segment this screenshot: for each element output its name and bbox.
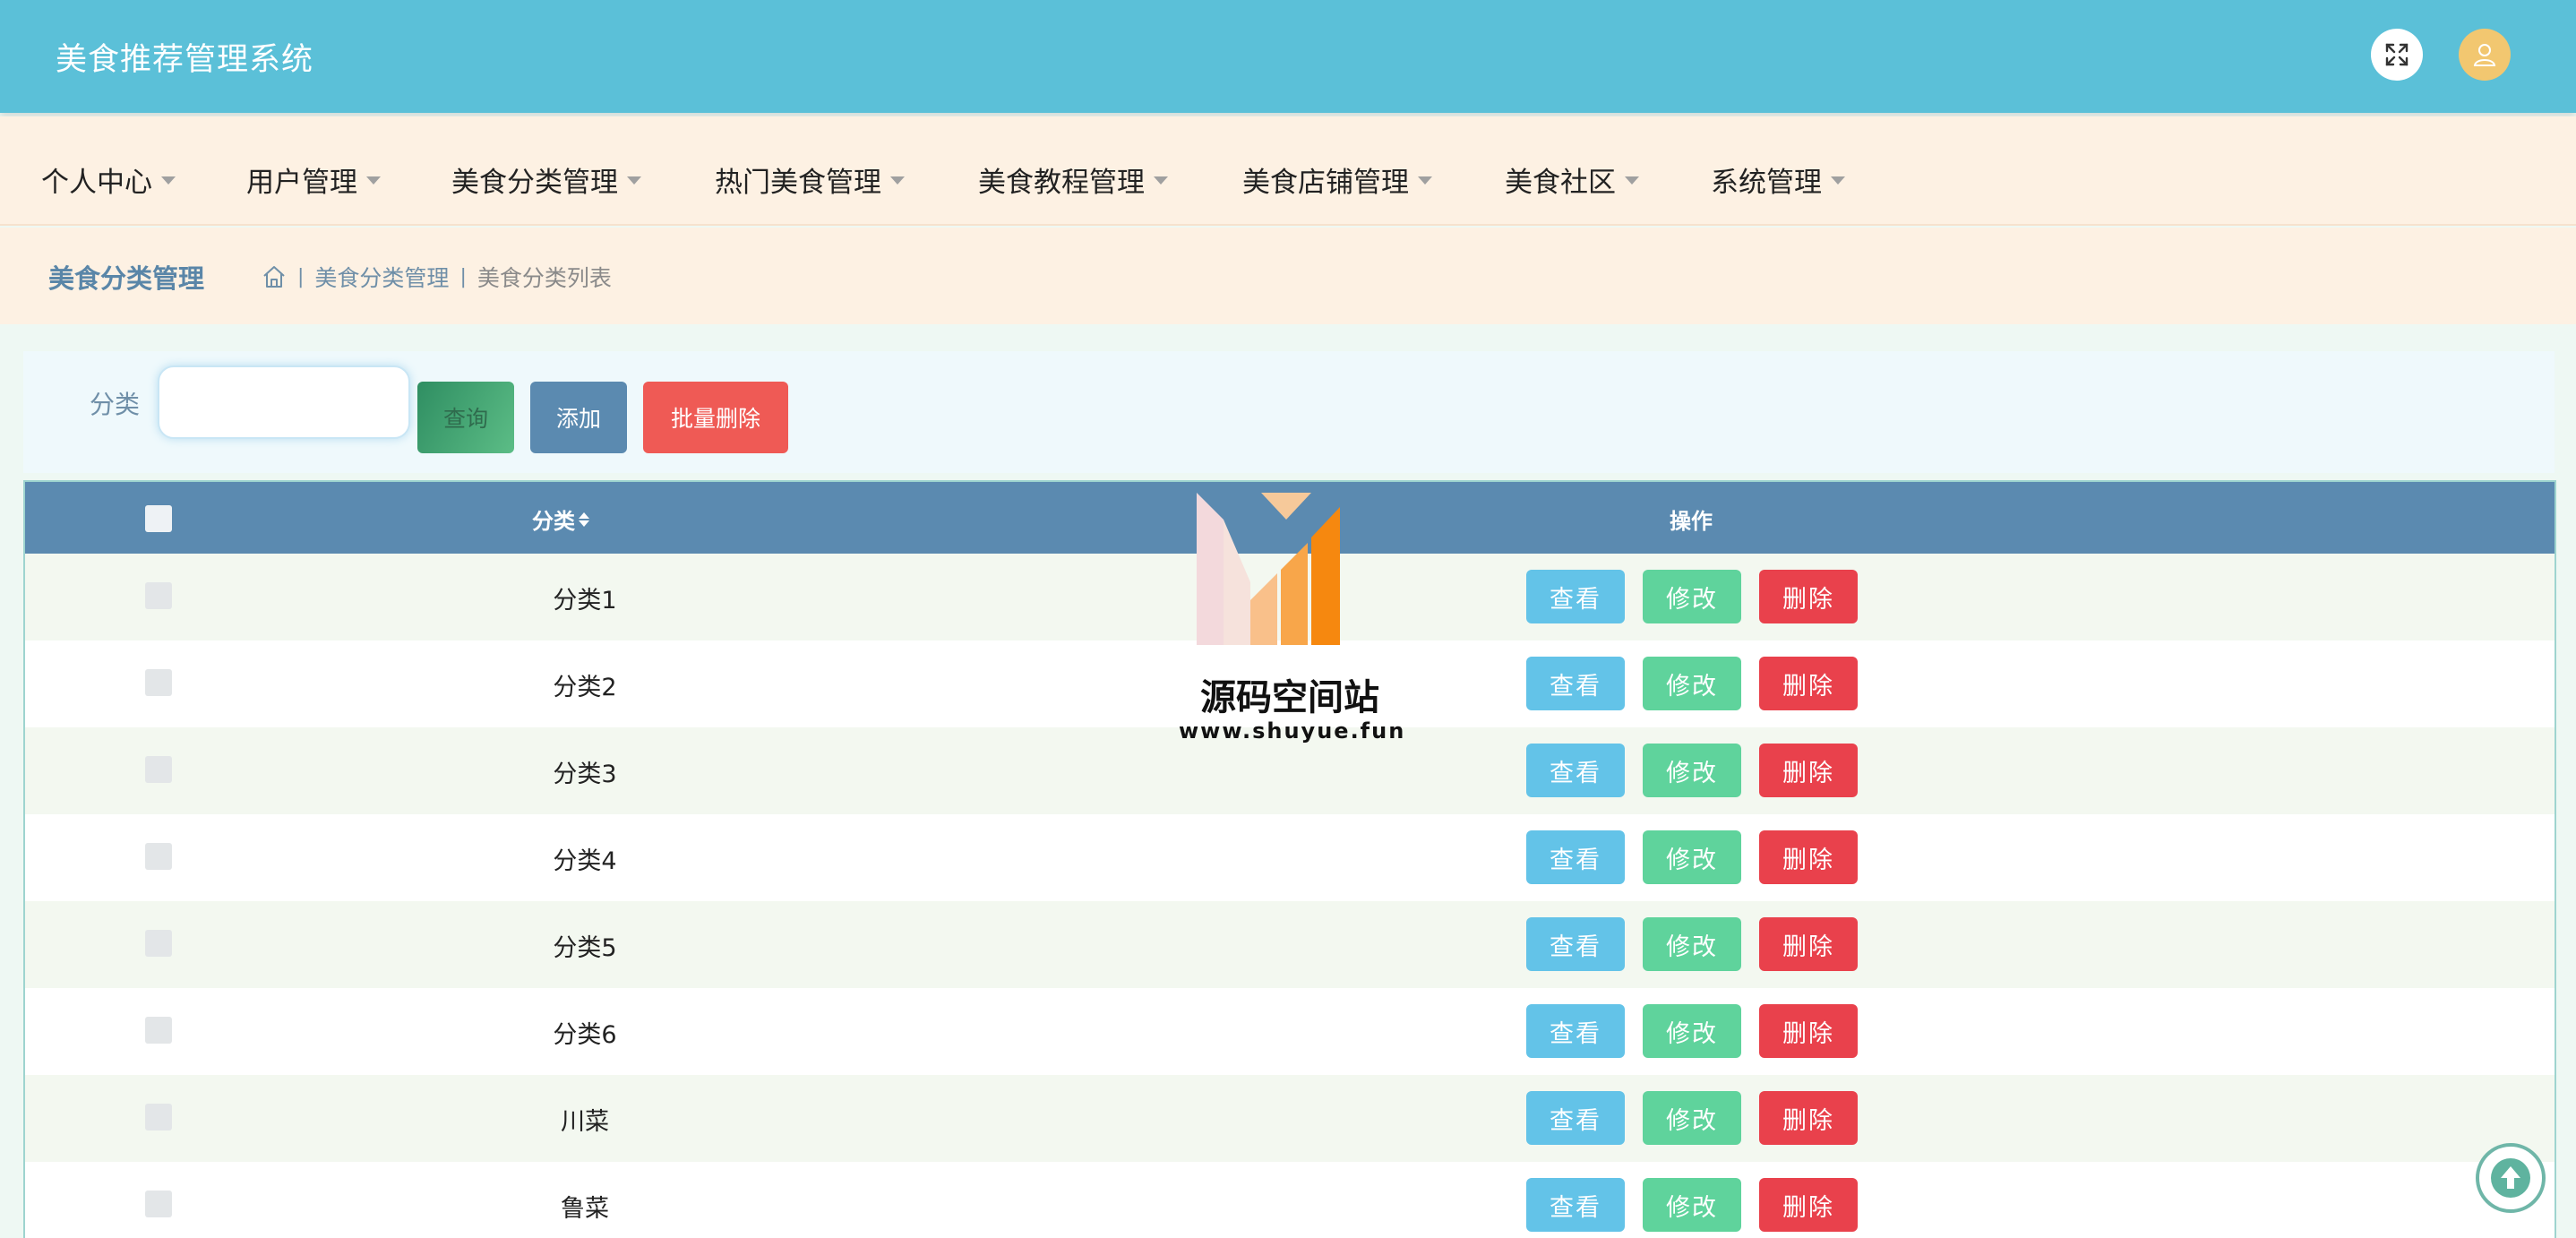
row-checkbox[interactable] xyxy=(145,930,172,957)
row-checkbox[interactable] xyxy=(145,1017,172,1044)
column-header-label: 分类 xyxy=(532,509,575,534)
user-icon xyxy=(2473,44,2496,66)
delete-button[interactable]: 删除 xyxy=(1759,1004,1858,1058)
column-header-actions: 操作 xyxy=(1670,509,1713,534)
edit-button[interactable]: 修改 xyxy=(1643,570,1741,623)
nav-item-food-shop[interactable]: 美食店铺管理 xyxy=(1242,159,1432,200)
row-checkbox[interactable] xyxy=(145,1104,172,1131)
category-cell: 鲁菜 xyxy=(561,1195,609,1223)
caret-down-icon xyxy=(1831,176,1845,185)
fullscreen-button[interactable] xyxy=(2371,29,2423,81)
nav-item-label: 个人中心 xyxy=(41,167,152,199)
nav-item-label: 美食店铺管理 xyxy=(1242,167,1409,199)
view-button[interactable]: 查看 xyxy=(1526,1004,1625,1058)
category-cell: 分类3 xyxy=(553,761,617,788)
caret-down-icon xyxy=(366,176,381,185)
breadcrumb-separator: | xyxy=(297,265,305,288)
edit-button[interactable]: 修改 xyxy=(1643,830,1741,884)
row-checkbox[interactable] xyxy=(145,843,172,870)
breadcrumb-bar: 美食分类管理 | 美食分类管理 | 美食分类列表 xyxy=(0,228,2576,324)
delete-button[interactable]: 删除 xyxy=(1759,917,1858,971)
nav-item-personal-center[interactable]: 个人中心 xyxy=(41,159,176,200)
row-checkbox[interactable] xyxy=(145,756,172,783)
row-checkbox[interactable] xyxy=(145,669,172,696)
user-avatar-button[interactable] xyxy=(2459,29,2511,81)
category-cell: 分类4 xyxy=(553,847,617,875)
view-button[interactable]: 查看 xyxy=(1526,1091,1625,1145)
nav-item-label: 用户管理 xyxy=(246,167,357,199)
category-cell: 分类2 xyxy=(553,674,617,701)
nav-item-system-management[interactable]: 系统管理 xyxy=(1711,159,1845,200)
nav-item-food-category[interactable]: 美食分类管理 xyxy=(451,159,641,200)
category-cell: 分类1 xyxy=(553,587,617,615)
view-button[interactable]: 查看 xyxy=(1526,744,1625,797)
row-checkbox[interactable] xyxy=(145,1191,172,1217)
app-title: 美食推荐管理系统 xyxy=(56,42,314,78)
table-row: 分类6 查看 修改 删除 xyxy=(25,988,2555,1075)
edit-button[interactable]: 修改 xyxy=(1643,744,1741,797)
arrow-up-icon xyxy=(2491,1158,2530,1198)
edit-button[interactable]: 修改 xyxy=(1643,917,1741,971)
search-panel: 分类 查询 添加 批量删除 xyxy=(23,351,2555,473)
add-button[interactable]: 添加 xyxy=(530,382,627,453)
view-button[interactable]: 查看 xyxy=(1526,917,1625,971)
row-checkbox[interactable] xyxy=(145,582,172,609)
nav-item-food-community[interactable]: 美食社区 xyxy=(1505,159,1639,200)
fullscreen-icon xyxy=(2385,43,2409,66)
back-to-top-button[interactable] xyxy=(2476,1143,2546,1213)
sort-icon[interactable] xyxy=(579,512,589,527)
nav-item-label: 系统管理 xyxy=(1711,167,1822,199)
nav-item-user-management[interactable]: 用户管理 xyxy=(246,159,381,200)
caret-down-icon xyxy=(627,176,641,185)
delete-button[interactable]: 删除 xyxy=(1759,570,1858,623)
nav-item-label: 美食社区 xyxy=(1505,167,1616,199)
page-title: 美食分类管理 xyxy=(48,263,205,294)
nav-item-label: 美食分类管理 xyxy=(451,167,618,199)
watermark-url: www.shuyue.fun xyxy=(1179,718,1406,744)
home-icon[interactable] xyxy=(262,264,287,289)
view-button[interactable]: 查看 xyxy=(1526,657,1625,710)
caret-down-icon xyxy=(161,176,176,185)
nav-item-food-tutorial[interactable]: 美食教程管理 xyxy=(978,159,1168,200)
delete-button[interactable]: 删除 xyxy=(1759,830,1858,884)
nav-item-label: 美食教程管理 xyxy=(978,167,1145,199)
nav-item-hot-food[interactable]: 热门美食管理 xyxy=(715,159,905,200)
category-cell: 分类5 xyxy=(553,934,617,962)
table-row: 分类5 查看 修改 删除 xyxy=(25,901,2555,988)
nav-item-label: 热门美食管理 xyxy=(715,167,881,199)
edit-button[interactable]: 修改 xyxy=(1643,1091,1741,1145)
watermark-title: 源码空间站 xyxy=(1200,677,1379,718)
breadcrumb-level2: 美食分类列表 xyxy=(477,265,612,291)
view-button[interactable]: 查看 xyxy=(1526,570,1625,623)
edit-button[interactable]: 修改 xyxy=(1643,657,1741,710)
caret-down-icon xyxy=(890,176,905,185)
column-header-category[interactable]: 分类 xyxy=(532,503,589,535)
category-search-input[interactable] xyxy=(158,365,410,439)
caret-down-icon xyxy=(1625,176,1639,185)
delete-button[interactable]: 删除 xyxy=(1759,1091,1858,1145)
caret-down-icon xyxy=(1418,176,1432,185)
breadcrumb-separator: | xyxy=(459,265,467,288)
breadcrumb-level1[interactable]: 美食分类管理 xyxy=(314,261,449,293)
batch-delete-button[interactable]: 批量删除 xyxy=(643,382,788,453)
breadcrumb: | 美食分类管理 | 美食分类列表 xyxy=(262,261,612,293)
table-row: 分类4 查看 修改 删除 xyxy=(25,814,2555,901)
category-cell: 川菜 xyxy=(561,1108,609,1136)
table-row: 鲁菜 查看 修改 删除 xyxy=(25,1162,2555,1238)
table-row: 川菜 查看 修改 删除 xyxy=(25,1075,2555,1162)
caret-down-icon xyxy=(1154,176,1168,185)
edit-button[interactable]: 修改 xyxy=(1643,1178,1741,1232)
select-all-checkbox[interactable] xyxy=(145,505,172,532)
delete-button[interactable]: 删除 xyxy=(1759,744,1858,797)
top-header: 美食推荐管理系统 xyxy=(0,0,2576,113)
delete-button[interactable]: 删除 xyxy=(1759,657,1858,710)
category-search-label: 分类 xyxy=(90,390,141,419)
view-button[interactable]: 查看 xyxy=(1526,830,1625,884)
category-cell: 分类6 xyxy=(553,1021,617,1049)
main-nav: 个人中心 用户管理 美食分类管理 热门美食管理 美食教程管理 美食店铺管理 美食… xyxy=(0,116,2576,226)
delete-button[interactable]: 删除 xyxy=(1759,1178,1858,1232)
view-button[interactable]: 查看 xyxy=(1526,1178,1625,1232)
edit-button[interactable]: 修改 xyxy=(1643,1004,1741,1058)
query-button[interactable]: 查询 xyxy=(417,382,514,453)
